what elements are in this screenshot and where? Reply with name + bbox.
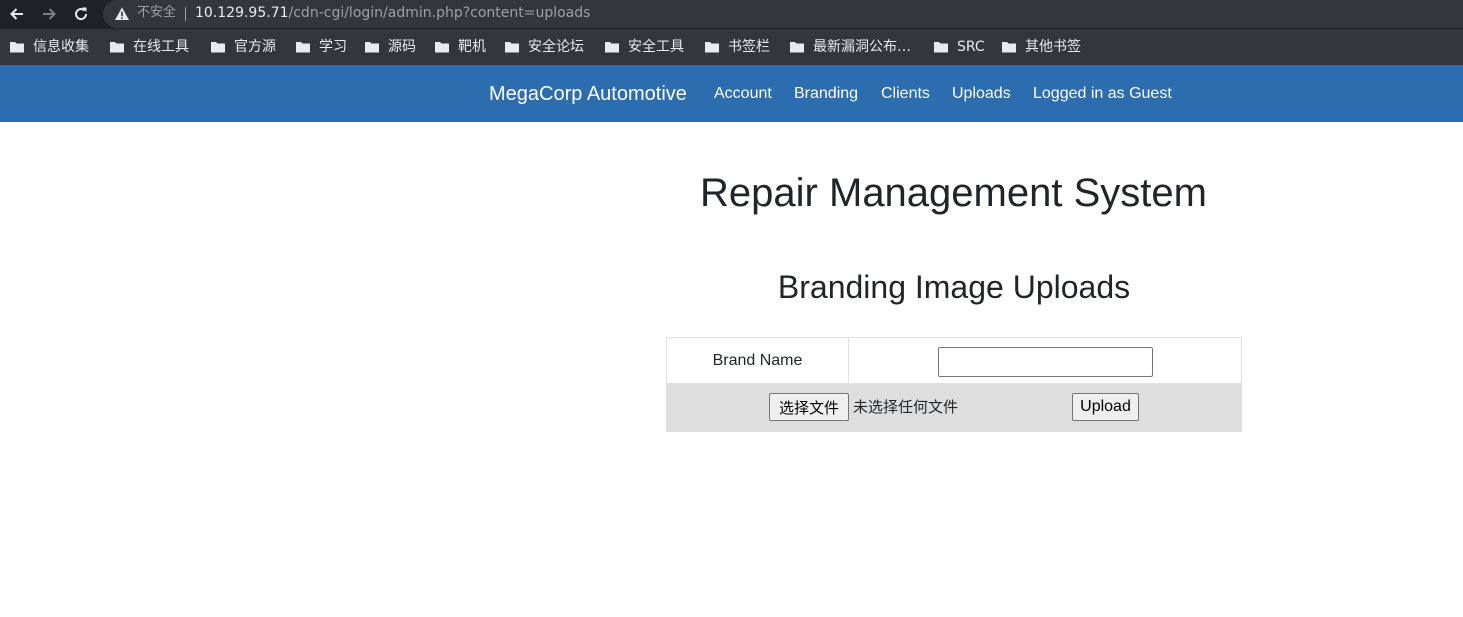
folder-icon — [435, 42, 449, 53]
nav-account[interactable]: Account — [714, 85, 772, 103]
bookmark-folder[interactable]: 安全论坛 — [504, 38, 584, 56]
bookmark-folder[interactable]: 官方源 — [210, 38, 276, 56]
reload-button[interactable] — [70, 3, 92, 25]
bookmark-folder[interactable]: 信息收集 — [9, 38, 89, 56]
folder-icon — [10, 42, 24, 53]
forward-arrow-icon — [43, 8, 56, 20]
folder-icon — [705, 42, 719, 53]
upload-button[interactable]: Upload — [1072, 393, 1139, 421]
back-arrow-icon — [10, 8, 23, 20]
url-text[interactable]: 10.129.95.71/cdn-cgi/login/admin.php?con… — [195, 5, 590, 21]
bookmark-label: 书签栏 — [728, 39, 770, 55]
brand-name-label: Brand Name — [712, 352, 803, 369]
choose-file-button[interactable]: 选择文件 — [769, 393, 849, 421]
bookmark-folder[interactable]: 书签栏 — [704, 38, 770, 56]
brand-name-input[interactable] — [938, 347, 1153, 377]
folder-icon — [365, 42, 379, 53]
folder-icon — [211, 42, 225, 53]
site-navbar: MegaCorp Automotive Account Branding Cli… — [0, 65, 1463, 122]
cell-divider — [848, 338, 849, 385]
url-host: 10.129.95.71 — [195, 5, 289, 21]
bookmark-folder[interactable]: 其他书签 — [1001, 38, 1081, 56]
nav-uploads[interactable]: Uploads — [952, 85, 1011, 103]
folder-icon — [605, 42, 619, 53]
bookmarks-bar: 信息收集 在线工具 官方源 学习 源码 靶机 安全论坛 安全工具 书签栏 最新漏… — [0, 29, 1463, 65]
folder-icon — [110, 42, 124, 53]
bookmark-folder[interactable]: 学习 — [295, 38, 347, 56]
bookmark-label: 靶机 — [458, 39, 486, 55]
bookmark-label: SRC — [957, 39, 985, 55]
browser-address-bar: 不安全 10.129.95.71/cdn-cgi/login/admin.php… — [0, 0, 1463, 29]
bookmark-label: 安全工具 — [628, 39, 684, 55]
bookmark-label: 信息收集 — [33, 39, 89, 55]
file-status-text: 未选择任何文件 — [853, 398, 959, 416]
bookmark-folder[interactable]: 安全工具 — [604, 38, 684, 56]
url-bar[interactable]: 不安全 10.129.95.71/cdn-cgi/login/admin.php… — [103, 0, 1463, 28]
bookmark-folder[interactable]: 源码 — [364, 38, 416, 56]
nav-clients[interactable]: Clients — [881, 85, 930, 103]
site-brand[interactable]: MegaCorp Automotive — [489, 83, 687, 105]
file-upload-row: 选择文件 未选择任何文件 Upload — [666, 384, 1242, 432]
back-button[interactable] — [6, 3, 28, 25]
nav-logged-in-user[interactable]: Logged in as Guest — [1033, 85, 1172, 103]
folder-icon — [296, 42, 310, 53]
warning-triangle-icon[interactable] — [114, 6, 130, 22]
bookmark-folder[interactable]: 最新漏洞公布… — [789, 38, 911, 56]
folder-icon — [505, 42, 519, 53]
bookmark-label: 其他书签 — [1025, 39, 1081, 55]
bookmark-label: 最新漏洞公布… — [813, 39, 911, 55]
bookmark-folder[interactable]: 在线工具 — [109, 38, 189, 56]
url-path: /cdn-cgi/login/admin.php?content=uploads — [288, 5, 591, 21]
forward-button[interactable] — [38, 3, 60, 25]
section-title: Branding Image Uploads — [777, 269, 1131, 305]
bookmark-label: 源码 — [388, 39, 416, 55]
nav-branding[interactable]: Branding — [794, 85, 858, 103]
bookmark-folder[interactable]: 靶机 — [434, 38, 486, 56]
bookmark-label: 学习 — [319, 39, 347, 55]
bookmark-folder[interactable]: SRC — [933, 38, 985, 56]
security-label[interactable]: 不安全 — [137, 5, 176, 21]
bookmark-label: 安全论坛 — [528, 39, 584, 55]
bookmark-label: 在线工具 — [133, 39, 189, 55]
folder-icon — [934, 42, 948, 53]
brand-name-row: Brand Name — [666, 337, 1242, 385]
folder-icon — [790, 42, 804, 53]
folder-icon — [1002, 42, 1016, 53]
page-title: Repair Management System — [700, 171, 1207, 215]
upload-form-table: Brand Name 选择文件 未选择任何文件 Upload — [666, 337, 1242, 432]
url-separator — [185, 7, 186, 21]
bookmark-label: 官方源 — [234, 39, 276, 55]
reload-icon — [75, 7, 88, 21]
